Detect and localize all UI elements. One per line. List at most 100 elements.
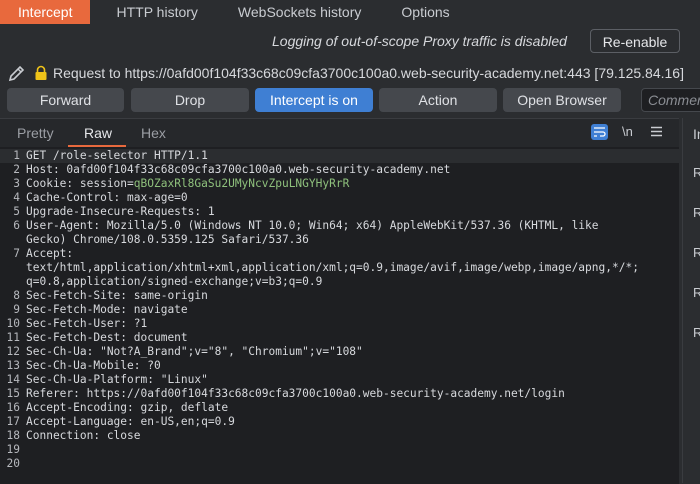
- line-text: Sec-Fetch-User: ?1: [26, 317, 147, 331]
- line-text: Sec-Fetch-Dest: document: [26, 331, 188, 345]
- code-line: 4 Cache-Control: max-age=0: [0, 191, 679, 205]
- code-line: 13 Sec-Ch-Ua-Mobile: ?0: [0, 359, 679, 373]
- line-text: Accept-Encoding: gzip, deflate: [26, 401, 228, 415]
- request-info-row: Request to https://0afd00f104f33c68c09cf…: [0, 60, 700, 86]
- line-text: Cookie: session=qBOZaxRl8GaSu2UMyNcvZpuL…: [26, 177, 349, 191]
- show-newlines-icon[interactable]: \n: [622, 124, 633, 139]
- active-tab-indicator: [68, 145, 126, 147]
- line-number: 13: [6, 359, 20, 372]
- line-text: text/html,application/xhtml+xml,applicat…: [26, 261, 639, 275]
- line-text: Referer: https://0afd00f104f33c68c09cfa3…: [26, 387, 565, 401]
- line-number: 7: [13, 247, 20, 260]
- line-text: Accept-Language: en-US,en;q=0.9: [26, 415, 235, 429]
- line-content: Sec-Fetch-Dest: document: [26, 331, 188, 344]
- inspector-item[interactable]: R: [693, 285, 700, 300]
- code-line: 8 Sec-Fetch-Site: same-origin: [0, 289, 679, 303]
- line-content: Sec-Fetch-User: ?1: [26, 317, 148, 330]
- code-line: 9 Sec-Fetch-Mode: navigate: [0, 303, 679, 317]
- session-cookie-value: qBOZaxRl8GaSu2UMyNcvZpuLNGYHyRrR: [133, 177, 350, 190]
- proxy-tabs: Intercept HTTP history WebSockets histor…: [0, 0, 700, 24]
- line-number: 2: [13, 163, 20, 176]
- inspector-item[interactable]: R: [693, 165, 700, 180]
- line-text: Gecko) Chrome/108.0.5359.125 Safari/537.…: [26, 233, 309, 247]
- tab-websockets-history[interactable]: WebSockets history: [224, 0, 375, 24]
- word-wrap-icon[interactable]: [591, 124, 608, 140]
- line-number: 20: [6, 457, 20, 470]
- pencil-icon[interactable]: [7, 63, 27, 83]
- code-line: 12 Sec-Ch-Ua: "Not?A_Brand";v="8", "Chrom…: [0, 345, 679, 359]
- line-content: Cache-Control: max-age=0: [26, 191, 188, 204]
- line-content: Accept:: [26, 247, 74, 260]
- line-number: 9: [13, 303, 20, 316]
- request-body[interactable]: 1 GET /role-selector HTTP/1.1 2 Host: 0afd0…: [0, 149, 679, 471]
- tab-options[interactable]: Options: [387, 0, 463, 24]
- action-button[interactable]: Action: [379, 88, 497, 112]
- code-line: q=0.8,application/signed-exchange;v=b3;q…: [0, 275, 679, 289]
- code-line: 5 Upgrade-Insecure-Requests: 1: [0, 205, 679, 219]
- line-content: GET /role-selector HTTP/1.1: [26, 149, 208, 162]
- tab-intercept[interactable]: Intercept: [0, 0, 91, 24]
- code-line: Gecko) Chrome/108.0.5359.125 Safari/537.…: [0, 233, 679, 247]
- lock-icon: [35, 65, 47, 80]
- line-text: Sec-Ch-Ua-Platform: "Linux": [26, 373, 208, 387]
- line-number: 19: [6, 443, 20, 456]
- line-content: Gecko) Chrome/108.0.5359.125 Safari/537.…: [26, 233, 309, 246]
- code-line: 16 Accept-Encoding: gzip, deflate: [0, 401, 679, 415]
- line-content: Connection: close: [26, 429, 141, 442]
- inspector-item[interactable]: R: [693, 325, 700, 340]
- line-text: q=0.8,application/signed-exchange;v=b3;q…: [26, 275, 322, 289]
- line-number: 6: [13, 219, 20, 232]
- line-content: Sec-Ch-Ua-Mobile: ?0: [26, 359, 161, 372]
- line-text: Accept:: [26, 247, 73, 261]
- tab-raw[interactable]: Raw: [84, 125, 112, 141]
- tab-hex[interactable]: Hex: [141, 125, 166, 141]
- line-content: Sec-Fetch-Mode: navigate: [26, 303, 188, 316]
- logging-message: Logging of out-of-scope Proxy traffic is…: [272, 33, 567, 49]
- line-number: 10: [6, 317, 20, 330]
- line-content: Referer: https://0afd00f104f33c68c09cfa3…: [26, 387, 565, 400]
- intercept-toggle-button[interactable]: Intercept is on: [255, 88, 373, 112]
- code-line: 10 Sec-Fetch-User: ?1: [0, 317, 679, 331]
- code-line: 18 Connection: close: [0, 429, 679, 443]
- tab-http-history[interactable]: HTTP history: [102, 0, 211, 24]
- inspector-header[interactable]: In: [693, 126, 700, 142]
- line-number: 18: [6, 429, 20, 442]
- line-number: 1: [13, 149, 20, 162]
- drop-button[interactable]: Drop: [131, 88, 249, 112]
- line-content: Upgrade-Insecure-Requests: 1: [26, 205, 215, 218]
- forward-button[interactable]: Forward: [7, 88, 124, 112]
- line-text: Connection: close: [26, 429, 141, 443]
- re-enable-button[interactable]: Re-enable: [590, 29, 680, 53]
- line-content: Sec-Ch-Ua: "Not?A_Brand";v="8", "Chromiu…: [26, 345, 363, 358]
- line-text: Sec-Fetch-Site: same-origin: [26, 289, 208, 303]
- editor-view-tabs: Pretty Raw Hex \n: [0, 119, 679, 147]
- request-target: Request to https://0afd00f104f33c68c09cf…: [53, 65, 684, 81]
- intercept-toolbar: Forward Drop Intercept is on Action Open…: [0, 88, 700, 114]
- tab-pretty[interactable]: Pretty: [17, 125, 54, 141]
- inspector-item[interactable]: R: [693, 245, 700, 260]
- inspector-item[interactable]: R: [693, 205, 700, 220]
- line-number: 3: [13, 177, 20, 190]
- logging-notice-row: Logging of out-of-scope Proxy traffic is…: [0, 28, 700, 56]
- line-number: 5: [13, 205, 20, 218]
- comment-field[interactable]: Comment: [641, 88, 700, 112]
- code-line: text/html,application/xhtml+xml,applicat…: [0, 261, 679, 275]
- open-browser-button[interactable]: Open Browser: [503, 88, 621, 112]
- inspector-panel: In R R R R R: [682, 118, 700, 483]
- line-text: Upgrade-Insecure-Requests: 1: [26, 205, 215, 219]
- code-line: 1 GET /role-selector HTTP/1.1: [0, 149, 679, 163]
- line-number: 15: [6, 387, 20, 400]
- line-text: Host: 0afd00f104f33c68c09cfa3700c100a0.w…: [26, 163, 450, 177]
- request-editor: Pretty Raw Hex \n 1 GET /role-selector HT…: [0, 118, 679, 484]
- line-number: 4: [13, 191, 20, 204]
- line-text: Sec-Ch-Ua-Mobile: ?0: [26, 359, 161, 373]
- code-line: 15 Referer: https://0afd00f104f33c68c09cf…: [0, 387, 679, 401]
- line-number: 17: [6, 415, 20, 428]
- code-line: 17 Accept-Language: en-US,en;q=0.9: [0, 415, 679, 429]
- code-line: 3 Cookie: session=qBOZaxRl8GaSu2UMyNcvZpu…: [0, 177, 679, 191]
- line-text: Cache-Control: max-age=0: [26, 191, 188, 205]
- menu-icon[interactable]: [650, 126, 663, 137]
- line-content: Accept-Language: en-US,en;q=0.9: [26, 415, 235, 428]
- code-line: 20: [0, 457, 679, 471]
- line-number: 8: [13, 289, 20, 302]
